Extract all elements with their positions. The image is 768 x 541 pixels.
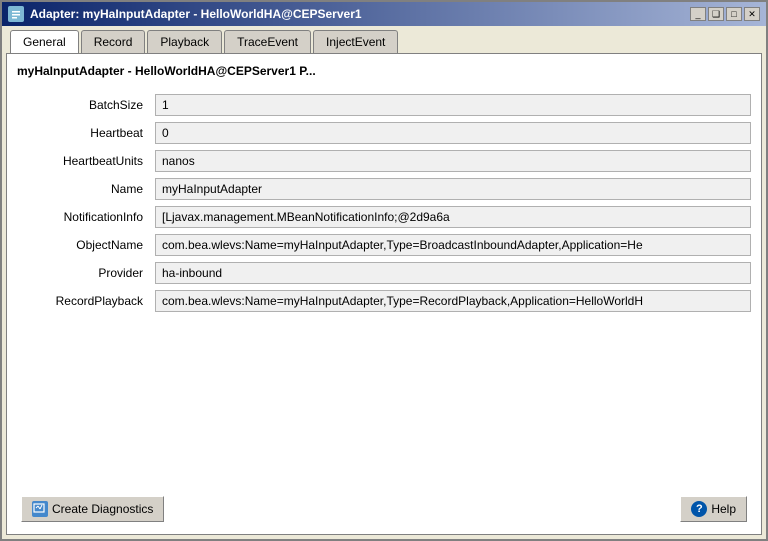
window-content: General Record Playback TraceEvent Injec… [2,26,766,539]
value-objectname: com.bea.wlevs:Name=myHaInputAdapter,Type… [155,234,751,256]
minimize-button[interactable]: _ [690,7,706,21]
label-provider: Provider [17,266,147,280]
value-heartbeat: 0 [155,122,751,144]
value-batchsize: 1 [155,94,751,116]
window-icon [8,6,24,22]
label-name: Name [17,182,147,196]
maximize-button[interactable]: □ [726,7,742,21]
diagnostics-icon [32,501,48,517]
main-window: Adapter: myHaInputAdapter - HelloWorldHA… [0,0,768,541]
help-label: Help [711,502,736,516]
tab-injectevent[interactable]: InjectEvent [313,30,398,53]
title-bar: Adapter: myHaInputAdapter - HelloWorldHA… [2,2,766,26]
button-bar: Create Diagnostics ? Help [17,488,751,524]
label-objectname: ObjectName [17,238,147,252]
label-heartbeatunits: HeartbeatUnits [17,154,147,168]
title-bar-left: Adapter: myHaInputAdapter - HelloWorldHA… [8,6,362,22]
value-notificationinfo: [Ljavax.management.MBeanNotificationInfo… [155,206,751,228]
title-bar-controls: _ ❑ □ ✕ [690,7,760,21]
value-provider: ha-inbound [155,262,751,284]
label-notificationinfo: NotificationInfo [17,210,147,224]
window-title: Adapter: myHaInputAdapter - HelloWorldHA… [30,7,362,21]
create-diagnostics-button[interactable]: Create Diagnostics [21,496,164,522]
tab-content-general: myHaInputAdapter - HelloWorldHA@CEPServe… [6,53,762,535]
close-button[interactable]: ✕ [744,7,760,21]
create-diagnostics-label: Create Diagnostics [52,502,153,516]
label-heartbeat: Heartbeat [17,126,147,140]
label-batchsize: BatchSize [17,98,147,112]
restore-button[interactable]: ❑ [708,7,724,21]
page-title: myHaInputAdapter - HelloWorldHA@CEPServe… [17,64,751,78]
tab-general[interactable]: General [10,30,79,53]
tab-record[interactable]: Record [81,30,146,53]
tab-traceevent[interactable]: TraceEvent [224,30,311,53]
help-button[interactable]: ? Help [680,496,747,522]
help-icon: ? [691,501,707,517]
value-heartbeatunits: nanos [155,150,751,172]
label-recordplayback: RecordPlayback [17,294,147,308]
tab-playback[interactable]: Playback [147,30,222,53]
value-recordplayback: com.bea.wlevs:Name=myHaInputAdapter,Type… [155,290,751,312]
value-name: myHaInputAdapter [155,178,751,200]
form-grid: BatchSize 1 Heartbeat 0 HeartbeatUnits n… [17,94,751,312]
tab-bar: General Record Playback TraceEvent Injec… [6,30,762,53]
